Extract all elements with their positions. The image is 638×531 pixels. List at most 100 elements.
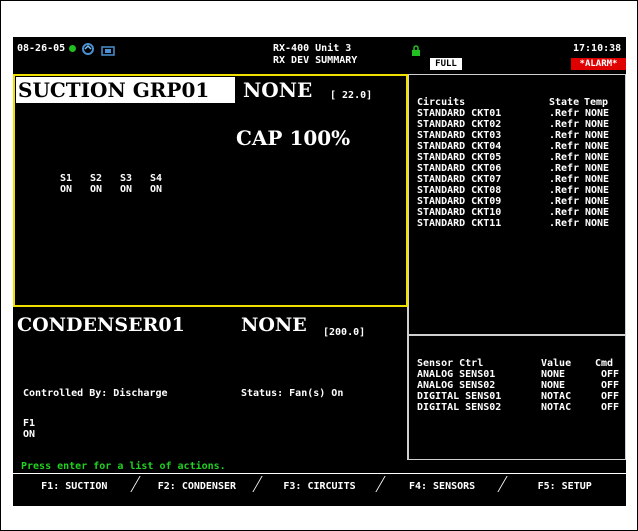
circuit-temp: NONE [585,163,610,174]
sensor-value: NOTAC [541,402,572,413]
circuit-name: STANDARD CKT06 [417,163,502,174]
circuit-name: STANDARD CKT08 [417,185,502,196]
date-text: 08-26-05 [17,43,66,54]
f5-setup-key[interactable]: F5: SETUP [503,474,626,498]
stage-item: S3 ON [120,173,150,195]
sensors-header-name: Sensor Ctrl [417,358,484,369]
f4-sensors-key[interactable]: F4: SENSORS [381,474,504,498]
sensor-value: NOTAC [541,391,572,402]
circuits-header-state: State [549,97,580,108]
circuit-state: .Refr [549,218,580,229]
circuit-row[interactable]: STANDARD CKT06 .Refr NONE [417,163,622,174]
sensor-cmd: OFF [601,369,620,380]
circuit-state: .Refr [549,152,580,163]
header-bar: 08-26-05 RX-400 Unit 3 RX DEV SUMMARY 17… [13,37,626,74]
circuit-name: STANDARD CKT02 [417,119,502,130]
circuit-state: .Refr [549,196,580,207]
sensor-row[interactable]: ANALOG SENS02 NONE OFF [417,380,622,391]
circuit-row[interactable]: STANDARD CKT02 .Refr NONE [417,119,622,130]
circuit-row[interactable]: STANDARD CKT10 .Refr NONE [417,207,622,218]
circuit-name: STANDARD CKT04 [417,141,502,152]
sensor-cmd: OFF [601,391,620,402]
suction-setpoint: [ 22.0] [330,90,373,101]
f2-condenser-key[interactable]: F2: CONDENSER [136,474,259,498]
circuit-row[interactable]: STANDARD CKT01 .Refr NONE [417,108,622,119]
sensors-header-cmd: Cmd [595,358,614,369]
circuit-row[interactable]: STANDARD CKT04 .Refr NONE [417,141,622,152]
stage-label: S1 [60,173,73,184]
full-badge: FULL [430,58,462,70]
circuit-temp: NONE [585,207,610,218]
sensor-row[interactable]: ANALOG SENS01 NONE OFF [417,369,622,380]
function-key-bar: F1: SUCTION F2: CONDENSER F3: CIRCUITS F… [13,474,626,498]
status-line: Press enter for a list of actions. [13,460,626,473]
circuit-temp: NONE [585,152,610,163]
condenser-state: NONE [241,314,307,336]
sensor-name: ANALOG SENS01 [417,369,496,380]
circuit-temp: NONE [585,119,610,130]
circuit-state: .Refr [549,108,580,119]
sensor-row[interactable]: DIGITAL SENS02 NOTAC OFF [417,402,622,413]
circuit-state: .Refr [549,185,580,196]
condenser-title: CONDENSER01 [17,314,185,336]
f1-suction-key[interactable]: F1: SUCTION [13,474,136,498]
circuits-header-name: Circuits [417,97,466,108]
sensor-cmd: OFF [601,402,620,413]
circuit-row[interactable]: STANDARD CKT07 .Refr NONE [417,174,622,185]
circuit-state: .Refr [549,163,580,174]
circuit-temp: NONE [585,141,610,152]
sensors-panel[interactable]: Sensor Ctrl Value Cmd ANALOG SENS01 NONE O… [408,335,626,460]
sensor-name: DIGITAL SENS01 [417,391,502,402]
circuit-state: .Refr [549,119,580,130]
condenser-setpoint: [200.0] [323,327,366,338]
sensor-cmd: OFF [601,380,620,391]
circuit-temp: NONE [585,108,610,119]
circuits-panel[interactable]: Circuits State Temp STANDARD CKT01 .Refr N… [408,74,626,335]
alarm-badge[interactable]: *ALARM* [571,58,626,70]
sensor-value: NONE [541,380,566,391]
monitor-icon [101,42,115,56]
sensor-row[interactable]: DIGITAL SENS01 NOTAC OFF [417,391,622,402]
stage-state: ON [120,184,133,195]
circuit-state: .Refr [549,130,580,141]
sensors-list: ANALOG SENS01 NONE OFF ANALOG SENS02 NONE OF… [417,369,622,413]
status-led-icon [69,45,76,52]
circuit-temp: NONE [585,218,610,229]
circuit-row[interactable]: STANDARD CKT03 .Refr NONE [417,130,622,141]
suction-state: NONE [243,78,313,102]
circuits-list: STANDARD CKT01 .Refr NONE STANDARD CKT02 .R… [417,108,622,229]
network-icon [81,41,95,55]
circuit-temp: NONE [585,174,610,185]
circuit-name: STANDARD CKT07 [417,174,502,185]
stage-item: S1 ON [60,173,90,195]
circuit-row[interactable]: STANDARD CKT08 .Refr NONE [417,185,622,196]
condenser-panel[interactable]: CONDENSER01 NONE [200.0] Controlled By: … [13,307,408,460]
suction-panel[interactable]: SUCTION GRP01 NONE [ 22.0] CAP 100% S1 O… [13,74,408,307]
stage-label: S2 [90,173,103,184]
circuit-row[interactable]: STANDARD CKT05 .Refr NONE [417,152,622,163]
status-message: Press enter for a list of actions. [21,461,226,472]
stage-label: S3 [120,173,133,184]
stage-item: S4 ON [150,173,180,195]
circuit-name: STANDARD CKT01 [417,108,502,119]
sensors-header-value: Value [541,358,572,369]
clock-text: 17:10:38 [573,43,622,54]
circuit-name: STANDARD CKT11 [417,218,502,229]
controller-screen: 08-26-05 RX-400 Unit 3 RX DEV SUMMARY 17… [13,37,626,506]
fan-state: ON [23,429,36,440]
suction-capacity: CAP 100% [236,126,351,150]
fan-label: F1 [23,418,36,429]
f3-circuits-key[interactable]: F3: CIRCUITS [258,474,381,498]
sensor-value: NONE [541,369,566,380]
circuit-row[interactable]: STANDARD CKT09 .Refr NONE [417,196,622,207]
circuit-name: STANDARD CKT10 [417,207,502,218]
sensor-name: ANALOG SENS02 [417,380,496,391]
view-title: RX DEV SUMMARY [273,55,358,66]
circuit-temp: NONE [585,185,610,196]
stage-state: ON [60,184,73,195]
suction-group-title: SUCTION GRP01 [18,78,210,102]
circuit-name: STANDARD CKT05 [417,152,502,163]
stage-label: S4 [150,173,163,184]
circuit-row[interactable]: STANDARD CKT11 .Refr NONE [417,218,622,229]
circuits-header-temp: Temp [584,97,609,108]
